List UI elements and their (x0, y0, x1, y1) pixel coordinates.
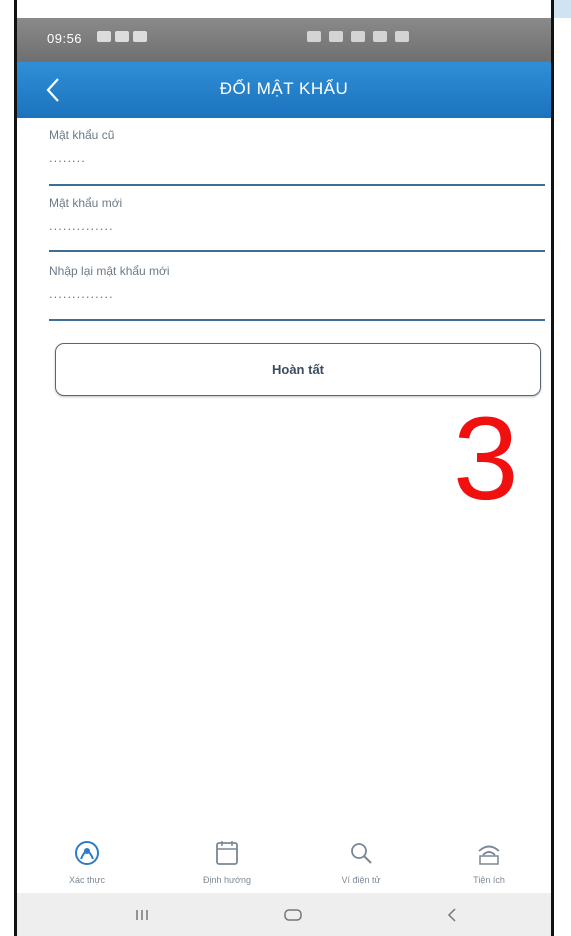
step-number-annotation: 3 (453, 393, 519, 525)
confirm-password-label: Nhập lại mật khẩu mới (49, 264, 170, 278)
notification-icon (133, 31, 147, 42)
fingerprint-shield-icon (75, 841, 99, 865)
notification-icon (97, 31, 111, 42)
new-password-label: Mật khẩu mới (49, 196, 123, 210)
mute-icon (329, 31, 343, 42)
recent-apps-button[interactable] (122, 901, 162, 929)
signal-icon (373, 31, 387, 42)
phone-screen: 09:56 ĐỔI MẬT KHẨU Mật khẩu cũ ........ … (14, 0, 554, 936)
system-status-icons (307, 31, 409, 42)
nav-item-authentication[interactable]: Xác thực (37, 839, 137, 885)
nav-label-utilities: Tiện ích (473, 875, 505, 885)
nav-item-utilities[interactable]: Tiện ích (439, 839, 539, 885)
submit-button[interactable]: Hoàn tất (55, 343, 541, 396)
new-password-underline (49, 250, 545, 252)
calendar-icon (216, 841, 238, 865)
page-title: ĐỔI MẬT KHẨU (219, 79, 349, 98)
confirm-password-underline (49, 319, 545, 321)
recent-apps-icon (136, 910, 148, 920)
new-password-input[interactable]: .............. (49, 218, 545, 236)
old-password-input[interactable]: ........ (49, 150, 545, 168)
search-icon (351, 843, 372, 864)
old-password-field[interactable]: Mật khẩu cũ ........ (49, 128, 545, 168)
status-bar: 09:56 (17, 18, 551, 62)
notification-icon (115, 31, 129, 42)
home-button[interactable] (273, 901, 313, 929)
home-icon (284, 909, 302, 921)
confirm-password-input[interactable]: .............. (49, 286, 545, 304)
back-arrow-icon (447, 908, 456, 922)
nav-label-wallet: Ví điện tử (341, 875, 381, 885)
confirm-password-field[interactable]: Nhập lại mật khẩu mới .............. (49, 264, 545, 304)
bottom-navigation: Xác thực Định hướng Ví điện tử Tiện ích (17, 835, 551, 893)
nav-label-orientation: Định hướng (203, 875, 251, 885)
nav-label-authentication: Xác thực (68, 875, 106, 885)
nav-item-orientation[interactable]: Định hướng (177, 839, 277, 885)
new-password-field[interactable]: Mật khẩu mới .............. (49, 196, 545, 236)
wifi-status-icon (351, 31, 365, 42)
notification-icons (97, 31, 147, 42)
app-header: ĐỔI MẬT KHẨU (17, 62, 551, 118)
nav-item-wallet[interactable]: Ví điện tử (311, 839, 411, 885)
system-navigation-bar (17, 893, 551, 936)
wifi-icon (478, 845, 500, 865)
battery-icon (395, 31, 409, 42)
system-back-button[interactable] (432, 901, 472, 929)
status-time: 09:56 (47, 31, 83, 46)
old-password-label: Mật khẩu cũ (49, 128, 115, 142)
alarm-icon (307, 31, 321, 42)
old-password-underline (49, 184, 545, 186)
